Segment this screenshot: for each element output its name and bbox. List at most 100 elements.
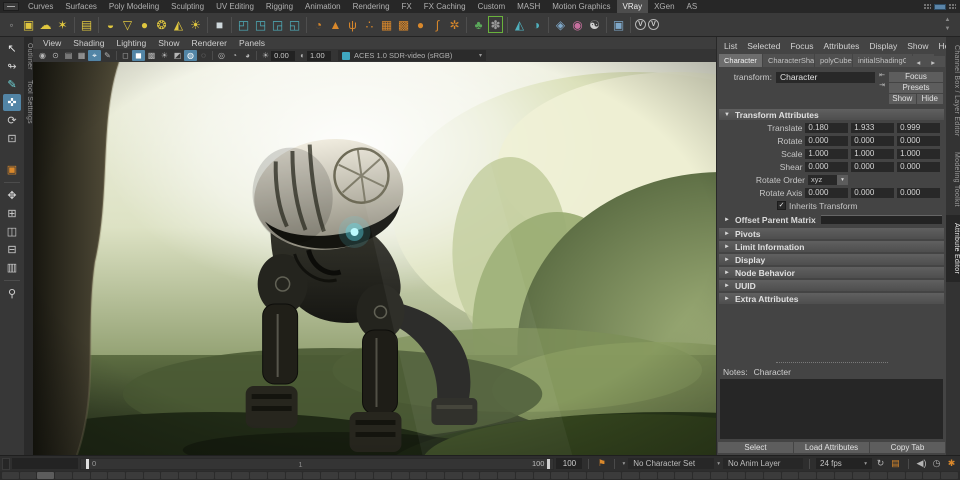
shelf-separator[interactable]: [231, 17, 232, 33]
section-display[interactable]: ►Display: [719, 254, 944, 265]
select-tool-icon[interactable]: ↖: [3, 40, 21, 57]
shelf-tab[interactable]: XGen: [648, 0, 680, 13]
shelf-tab[interactable]: Curves: [22, 0, 59, 13]
shelf-tab[interactable]: Poly Modeling: [103, 0, 165, 13]
shelf-tab[interactable]: AS: [681, 0, 704, 13]
gamma-field[interactable]: 1.00: [307, 51, 331, 61]
tab-channel-box[interactable]: Channel Box / Layer Editor: [946, 37, 960, 144]
panel-menu-item[interactable]: Shading: [67, 38, 110, 48]
shear-field-1[interactable]: 0.000: [851, 162, 894, 172]
vray-proxy-import-icon[interactable]: ◰: [236, 16, 251, 33]
vray-material-library-icon[interactable]: ☯: [587, 16, 602, 33]
screen-space-ao-icon[interactable]: ◍: [184, 50, 197, 61]
tab-scroll-arrows[interactable]: ◂ ▸: [906, 56, 945, 67]
shelf-menu-icon[interactable]: [3, 2, 19, 11]
textured-icon[interactable]: ▩: [145, 50, 158, 61]
focus-button[interactable]: Focus: [889, 72, 943, 82]
bookmark-icon[interactable]: ▤: [62, 50, 75, 61]
vray-rect-light-icon[interactable]: ▽: [120, 16, 135, 33]
translate-field-0[interactable]: 0.180: [805, 123, 848, 133]
ae-footer-button[interactable]: Select: [718, 442, 793, 453]
vray-fur-icon[interactable]: ψ: [345, 16, 360, 33]
shelf-separator[interactable]: [207, 17, 208, 33]
sync-clock-icon[interactable]: ◷: [930, 458, 943, 469]
playblast-icon[interactable]: ▤: [889, 458, 902, 469]
rotate-order-dropdown[interactable]: xyz▾: [808, 175, 848, 185]
show-button[interactable]: Show: [889, 94, 916, 104]
vray-proxy-export-icon[interactable]: ◳: [253, 16, 268, 33]
tab-outliner[interactable]: Outliner: [24, 39, 33, 74]
panel-menu-item[interactable]: View: [37, 38, 67, 48]
vray-sphere-light-icon[interactable]: ●: [137, 16, 152, 33]
view-transform-dropdown[interactable]: ACES 1.0 SDR-video (sRGB) ▾: [338, 50, 486, 61]
time-slider[interactable]: 0 1 100: [80, 458, 554, 470]
shelf-separator[interactable]: [466, 17, 467, 33]
shelf-separator[interactable]: [74, 17, 75, 33]
image-plane-icon[interactable]: ▦: [75, 50, 88, 61]
range-slider[interactable]: [0, 471, 960, 480]
shelf-tab[interactable]: Motion Graphics: [546, 0, 616, 13]
vray-mesh-light-icon[interactable]: ❂: [154, 16, 169, 33]
ae-menu-item[interactable]: Selected: [742, 41, 785, 51]
rotate-axis-field-2[interactable]: 0.000: [897, 188, 940, 198]
vray-render-settings-icon[interactable]: ▣: [21, 16, 36, 33]
shelf-overflow-icon[interactable]: ◦: [4, 16, 19, 33]
use-all-lights-icon[interactable]: ☀: [158, 50, 171, 61]
shelf-separator[interactable]: [507, 17, 508, 33]
character-set-dropdown[interactable]: No Character Set: [628, 458, 714, 469]
vray-help-icon[interactable]: V: [635, 19, 646, 30]
shear-field-0[interactable]: 0.000: [805, 162, 848, 172]
shelf-spinner-icon[interactable]: ▲▼: [941, 16, 956, 33]
magnifier-icon[interactable]: ⚲: [3, 285, 21, 302]
shelf-tab[interactable]: Custom: [472, 0, 512, 13]
shelf-tab[interactable]: Sculpting: [165, 0, 210, 13]
wireframe-icon[interactable]: ◻: [119, 50, 132, 61]
vray-dome-light-icon[interactable]: ◒: [103, 16, 118, 33]
toolbar-separator[interactable]: [212, 51, 213, 60]
hide-button[interactable]: Hide: [917, 94, 944, 104]
vray-displacement-icon[interactable]: ▦: [379, 16, 394, 33]
end-frame-field[interactable]: 100: [556, 458, 582, 469]
playhead-marker[interactable]: [86, 459, 89, 469]
ae-menu-item[interactable]: List: [719, 41, 742, 51]
panel-menu-item[interactable]: Lighting: [110, 38, 152, 48]
section-pivots[interactable]: ►Pivots: [719, 228, 944, 239]
toolbar-separator[interactable]: [116, 51, 117, 60]
shelf-tab[interactable]: FX: [396, 0, 418, 13]
animation-preferences-icon[interactable]: ✱: [945, 458, 958, 469]
vray-color-picker-icon[interactable]: ◉: [570, 16, 585, 33]
section-extra-attributes[interactable]: ►Extra Attributes: [719, 293, 944, 304]
shelf-tab[interactable]: Surfaces: [59, 0, 103, 13]
attribute-editor-scroll[interactable]: ▼ Transform Attributes Translate0.1801.9…: [717, 107, 946, 441]
isolate-select-icon[interactable]: ◎: [215, 50, 228, 61]
shelf-tab[interactable]: MASH: [511, 0, 546, 13]
ae-menu-item[interactable]: Focus: [785, 41, 818, 51]
rotate-axis-field-1[interactable]: 0.000: [851, 188, 894, 198]
shelf-tab[interactable]: Animation: [299, 0, 347, 13]
rotate-field-0[interactable]: 0.000: [805, 136, 848, 146]
vray-vrscene-icon[interactable]: ◲: [270, 16, 285, 33]
inherits-transform-checkbox[interactable]: ✓: [777, 201, 786, 210]
vray-render-elements-icon[interactable]: ✶: [55, 16, 70, 33]
panel-menu-item[interactable]: Renderer: [186, 38, 233, 48]
shear-field-2[interactable]: 0.000: [897, 162, 940, 172]
timeline-menu-icon[interactable]: [2, 458, 10, 470]
fps-dropdown[interactable]: 24 fps ▾: [816, 458, 872, 469]
chevron-right-icon[interactable]: ▸: [926, 56, 940, 67]
vray-sun-light-icon[interactable]: ☀: [188, 16, 203, 33]
vray-mesh-clipper-icon[interactable]: ▲: [328, 16, 343, 33]
shadows-icon[interactable]: ◩: [171, 50, 184, 61]
vray-scatter-icon[interactable]: ∴: [362, 16, 377, 33]
layout-single-pane-icon[interactable]: ✥: [3, 187, 21, 204]
layout-split-horizontal-icon[interactable]: ◫: [3, 223, 21, 240]
vray-logo-icon[interactable]: V: [648, 19, 659, 30]
loop-icon[interactable]: ↻: [874, 458, 887, 469]
vray-ies-light-icon[interactable]: ◭: [171, 16, 186, 33]
vray-light-select-icon[interactable]: ▤: [79, 16, 94, 33]
ae-menu-item[interactable]: Display: [864, 41, 902, 51]
panel-menu-item[interactable]: Show: [152, 38, 185, 48]
section-node-behavior[interactable]: ►Node Behavior: [719, 267, 944, 278]
scale-field-0[interactable]: 1.000: [805, 149, 848, 159]
rotate-field-2[interactable]: 0.000: [897, 136, 940, 146]
shelf-separator[interactable]: [306, 17, 307, 33]
